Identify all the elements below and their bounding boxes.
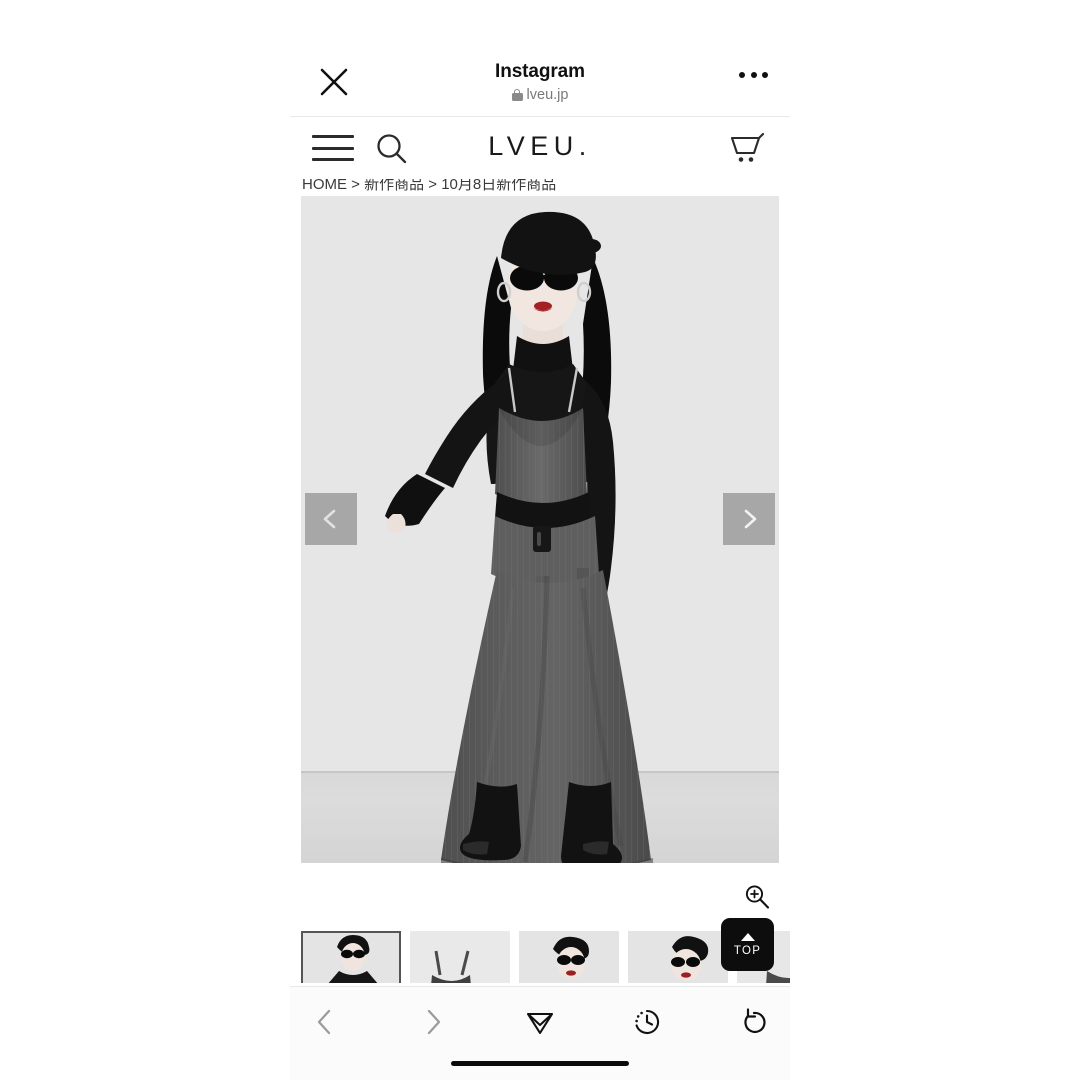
back-button[interactable] (302, 999, 348, 1045)
thumbnail-1[interactable] (301, 931, 401, 983)
breadcrumb[interactable]: HOME > 新作商品 > 10月8日新作商品 (302, 179, 556, 192)
thumbnail-strip[interactable] (301, 931, 790, 983)
thumbnail-2[interactable] (410, 931, 510, 983)
home-indicator (451, 1061, 629, 1066)
shopping-cart-icon[interactable] (728, 131, 768, 169)
thumbnail-3[interactable] (519, 931, 619, 983)
secure-domain: lveu.jp (511, 85, 569, 105)
breadcrumb-region: HOME > 新作商品 > 10月8日新作商品 (290, 179, 790, 192)
page-title: Instagram (495, 61, 585, 82)
lock-icon (511, 88, 523, 102)
in-app-browser-header: Instagram lveu.jp (290, 0, 790, 117)
browser-title-block: Instagram lveu.jp (290, 60, 790, 107)
back-to-top-label: TOP (733, 944, 762, 957)
product-image-gallery[interactable] (301, 196, 779, 863)
chevron-left-icon[interactable] (305, 493, 357, 545)
chevron-right-icon[interactable] (723, 493, 775, 545)
zoom-in-icon[interactable] (742, 882, 772, 912)
thumbnail-4[interactable] (628, 931, 728, 983)
product-photo (301, 196, 779, 863)
triangle-up-icon (740, 932, 755, 941)
forward-button[interactable] (410, 999, 456, 1045)
more-options-icon[interactable] (739, 72, 768, 78)
model-illustration (385, 211, 653, 863)
clock-history-icon[interactable] (624, 999, 670, 1045)
paper-plane-icon[interactable] (517, 999, 563, 1045)
reload-icon[interactable] (731, 999, 777, 1045)
site-navbar: LVEU. (290, 117, 790, 179)
brand-logo[interactable]: LVEU. (290, 131, 790, 162)
back-to-top-button[interactable]: TOP (721, 918, 774, 971)
domain-label: lveu.jp (526, 87, 569, 103)
browser-bottom-toolbar (290, 986, 790, 1080)
phone-screen: Instagram lveu.jp LVEU. HOME > 新作商品 > 10… (290, 0, 790, 1080)
